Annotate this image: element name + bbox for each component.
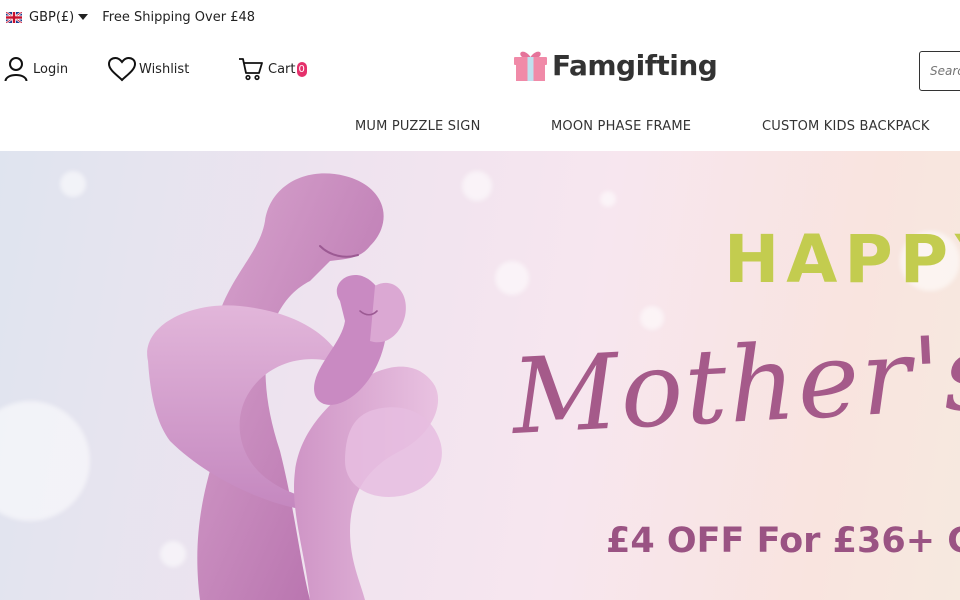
wishlist-label: Wishlist	[139, 61, 190, 77]
nav-item-custom-kids-backpack[interactable]: CUSTOM KIDS BACKPACK	[762, 119, 930, 134]
currency-selector[interactable]: GBP(£)	[6, 9, 89, 25]
uk-flag-icon	[6, 11, 22, 23]
hero-offer-text: £4 OFF For £36+ Code	[606, 521, 960, 561]
mother-child-illustration	[147, 173, 442, 600]
cart-icon	[239, 58, 263, 81]
hero-mothers-day-text: Mother's Day	[508, 298, 960, 458]
login-label: Login	[33, 61, 69, 77]
cart-count-badge: 0	[296, 61, 307, 77]
site-header: Login Wishlist Cart 0 Famgifting	[0, 34, 960, 106]
cart-label: Cart	[268, 61, 296, 77]
gift-box-icon	[514, 51, 547, 81]
bokeh-light	[640, 306, 664, 330]
bokeh-light	[0, 401, 90, 521]
site-logo[interactable]: Famgifting	[513, 48, 718, 82]
cart-link[interactable]: Cart 0	[238, 56, 307, 82]
bokeh-light	[600, 191, 616, 207]
top-bar: GBP(£) Free Shipping Over £48	[0, 0, 960, 34]
main-nav: MUM PUZZLE SIGN MOON PHASE FRAME CUSTOM …	[0, 106, 960, 150]
shipping-notice: Free Shipping Over £48	[102, 9, 256, 25]
nav-item-moon-phase-frame[interactable]: MOON PHASE FRAME	[551, 119, 691, 134]
logo-text: Famgifting	[552, 48, 718, 82]
currency-label: GBP(£)	[29, 9, 75, 25]
search-input[interactable]	[919, 51, 960, 91]
wishlist-link[interactable]: Wishlist	[107, 56, 189, 82]
user-icon	[4, 57, 28, 82]
bokeh-light	[495, 261, 529, 295]
caret-down-icon	[78, 14, 89, 20]
nav-item-mum-puzzle-sign[interactable]: MUM PUZZLE SIGN	[355, 119, 481, 134]
bokeh-light	[60, 171, 86, 197]
hero-happy-text: HAPPY	[724, 221, 960, 298]
hero-banner[interactable]: HAPPY Mother's Day £4 OFF For £36+ Code	[0, 151, 960, 600]
login-link[interactable]: Login	[4, 56, 68, 82]
heart-icon	[107, 56, 137, 82]
